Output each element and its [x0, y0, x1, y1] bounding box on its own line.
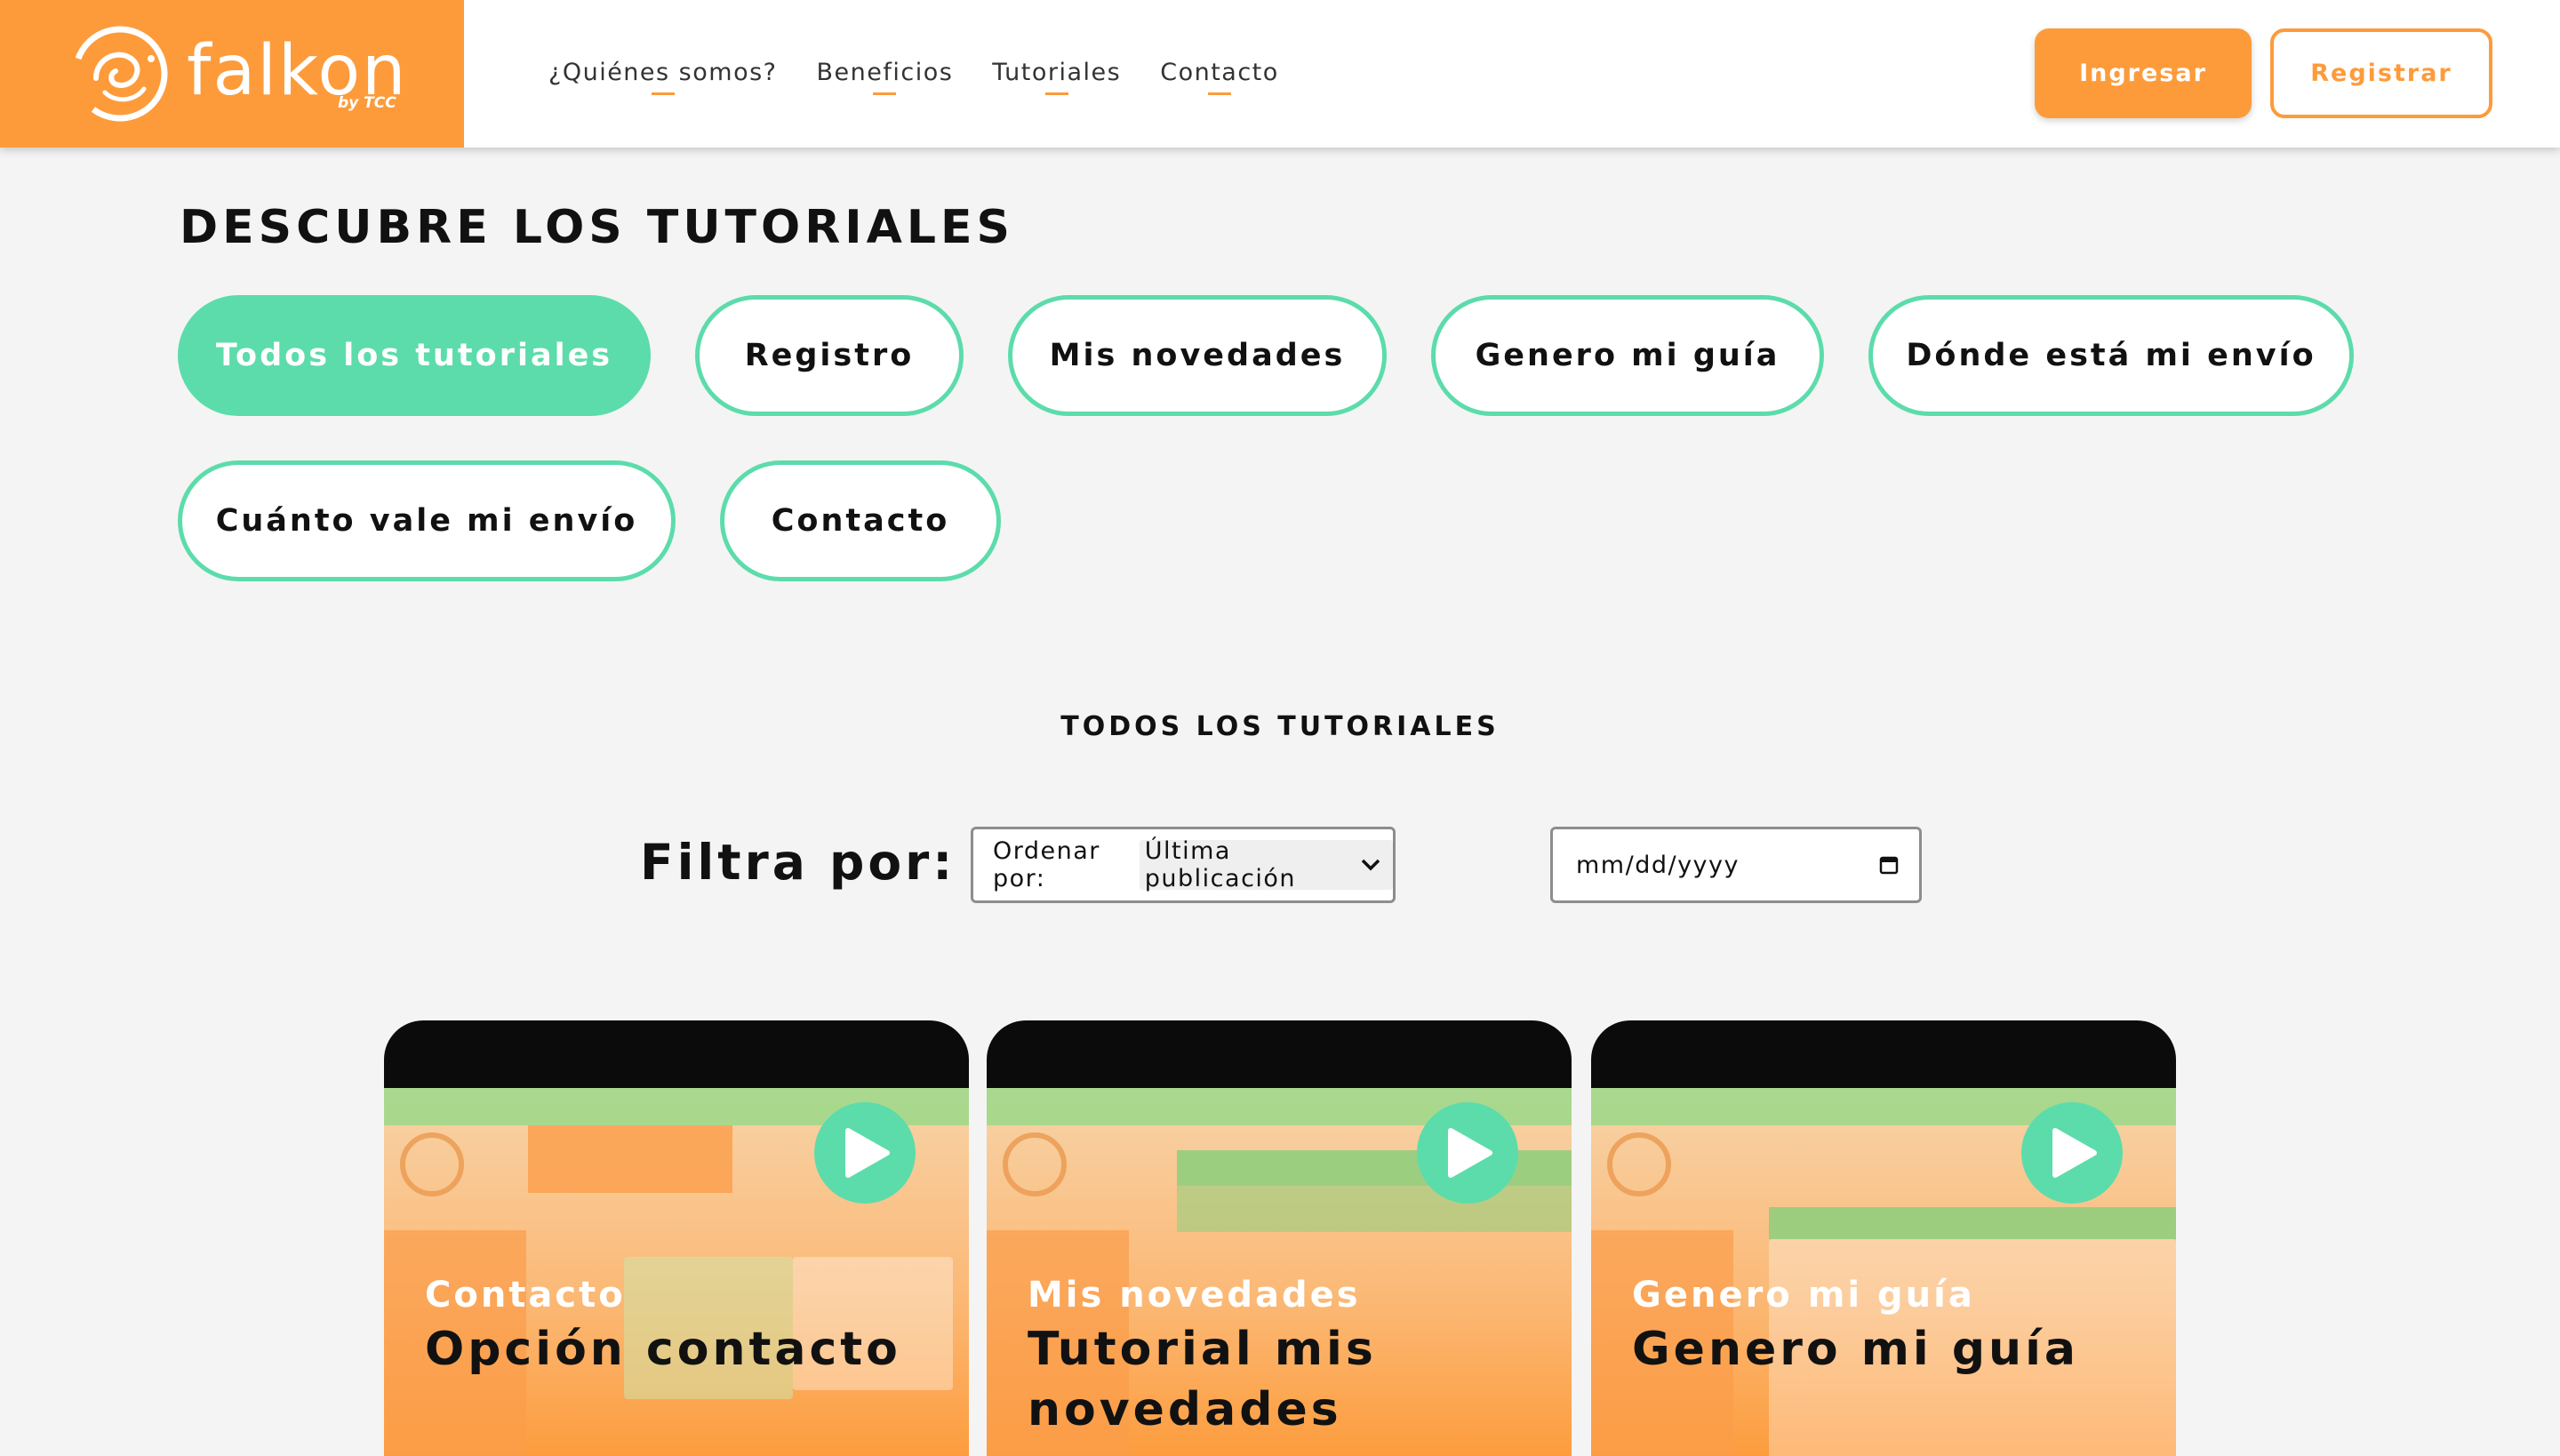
logo[interactable]: falkon by TCC: [0, 0, 464, 148]
category-pill-genero-mi-guia[interactable]: Genero mi guía: [1431, 295, 1824, 416]
nav-underline: [651, 92, 675, 95]
nav-item-label: Tutoriales: [992, 59, 1122, 86]
card-category: Genero mi guía: [1632, 1275, 1975, 1316]
nav-item-beneficios[interactable]: Beneficios: [816, 59, 954, 95]
play-button[interactable]: [814, 1102, 916, 1204]
sort-value: Última publicación: [1144, 837, 1297, 892]
category-pill-mis-novedades[interactable]: Mis novedades: [1008, 295, 1387, 416]
thumb-decor: [1177, 1186, 1572, 1232]
thumb-decor: [400, 1132, 464, 1196]
card-category: Mis novedades: [1028, 1275, 1361, 1316]
logo-tagline: by TCC: [338, 94, 396, 112]
nav-underline: [873, 92, 897, 95]
nav-item-label: Contacto: [1160, 59, 1279, 86]
play-button[interactable]: [1417, 1102, 1518, 1204]
play-button[interactable]: [2021, 1102, 2123, 1204]
main-nav: ¿Quiénes somos? Beneficios Tutoriales Co…: [548, 0, 1318, 148]
nav-item-quienes-somos[interactable]: ¿Quiénes somos?: [548, 59, 778, 95]
thumb-decor: [528, 1125, 732, 1193]
nav-item-tutoriales[interactable]: Tutoriales: [992, 59, 1122, 95]
thumb-decor: [1769, 1207, 2176, 1239]
date-filter-input[interactable]: mm/dd/yyyy: [1550, 827, 1922, 903]
calendar-icon[interactable]: [1878, 854, 1900, 876]
sort-select[interactable]: Ordenar por: Última publicación: [971, 827, 1396, 903]
nav-item-label: Beneficios: [816, 59, 954, 86]
tutorial-card[interactable]: Mis novedades Tutorial mis novedades: [987, 1020, 1572, 1456]
chevron-down-icon: [1361, 854, 1380, 876]
play-icon: [1448, 1128, 1492, 1178]
tutorial-card[interactable]: Genero mi guía Genero mi guía: [1591, 1020, 2176, 1456]
tutorials-list-heading: TODOS LOS TUTORIALES: [1060, 711, 1500, 742]
category-pill-cuanto-vale-mi-envio[interactable]: Cuánto vale mi envío: [178, 460, 676, 581]
nav-item-label: ¿Quiénes somos?: [548, 59, 778, 86]
nav-underline: [1044, 92, 1068, 95]
register-button[interactable]: Registrar: [2270, 28, 2492, 118]
sort-value-box[interactable]: Última publicación: [1139, 837, 1393, 892]
nav-underline: [1208, 92, 1231, 95]
card-title: Genero mi guía: [1632, 1323, 2079, 1376]
tutorial-card[interactable]: Contacto Opción contacto: [384, 1020, 969, 1456]
thumb-decor: [1003, 1132, 1067, 1196]
category-pill-registro[interactable]: Registro: [695, 295, 964, 416]
category-pill-contacto[interactable]: Contacto: [720, 460, 1001, 581]
play-icon: [2052, 1128, 2097, 1178]
category-pill-todos[interactable]: Todos los tutoriales: [178, 295, 651, 416]
login-button[interactable]: Ingresar: [2035, 28, 2252, 118]
date-placeholder: mm/dd/yyyy: [1576, 851, 1740, 879]
site-header: falkon by TCC ¿Quiénes somos? Beneficios…: [0, 0, 2560, 148]
filter-label: Filtra por:: [640, 834, 956, 891]
nav-item-contacto[interactable]: Contacto: [1160, 59, 1279, 95]
card-category: Contacto: [425, 1275, 626, 1316]
thumb-decor: [1607, 1132, 1671, 1196]
category-pill-donde-esta-mi-envio[interactable]: Dónde está mi envío: [1868, 295, 2354, 416]
page-title: DESCUBRE LOS TUTORIALES: [180, 201, 1014, 254]
sort-prefix: Ordenar por:: [993, 837, 1100, 892]
card-title: Opción contacto: [425, 1323, 901, 1376]
play-icon: [845, 1128, 890, 1178]
card-title: Tutorial mis novedades: [1028, 1323, 1377, 1436]
falkon-logo-icon: [72, 26, 168, 122]
